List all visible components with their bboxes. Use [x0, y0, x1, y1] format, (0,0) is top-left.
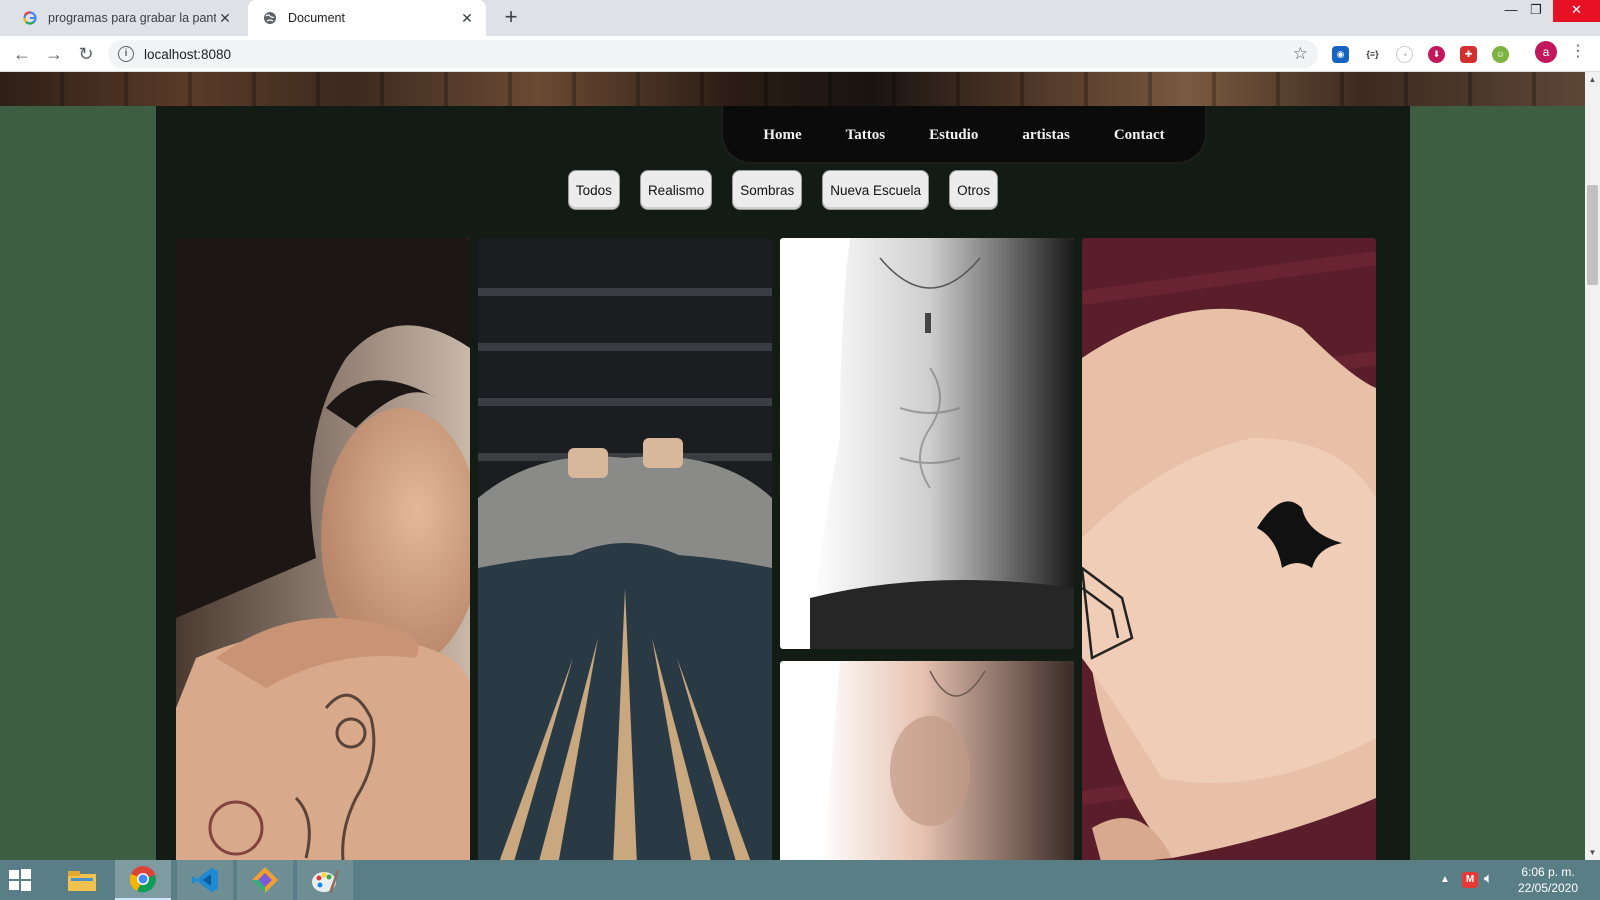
ext-braces-icon[interactable]: {≡} — [1364, 46, 1381, 63]
tab-document[interactable]: Document ✕ — [248, 0, 486, 36]
nav-home[interactable]: Home — [763, 127, 801, 144]
globe-icon — [262, 10, 278, 26]
ext-red-circle-icon[interactable]: ⬇ — [1428, 46, 1445, 63]
page-scrollbar[interactable]: ▲ ▼ — [1585, 72, 1600, 860]
google-g-icon — [22, 10, 38, 26]
tab-google-search[interactable]: programas para grabar la pantall ✕ — [8, 0, 244, 36]
close-tab-icon[interactable]: ✕ — [458, 10, 476, 27]
hand-bird-tattoo-photo[interactable] — [1082, 238, 1376, 860]
tab-title: Document — [288, 11, 345, 25]
back-icon[interactable]: ← — [8, 40, 36, 68]
tray-antivirus-icon[interactable]: M — [1462, 872, 1478, 888]
nav-contact[interactable]: Contact — [1114, 127, 1165, 144]
forward-icon[interactable]: → — [40, 40, 68, 68]
page-viewport: Home Tattos Estudio artistas Contact Tod… — [0, 72, 1585, 860]
filter-nueva-escuela-button[interactable]: Nueva Escuela — [822, 170, 930, 210]
scroll-down-icon[interactable]: ▼ — [1585, 845, 1600, 860]
scrollbar-thumb[interactable] — [1587, 185, 1598, 285]
bookmark-star-icon[interactable]: ☆ — [1293, 44, 1308, 64]
browser-menu-icon[interactable]: ⋮ — [1570, 42, 1586, 62]
bw-torso-photo[interactable] — [780, 238, 1074, 649]
ext-red-square-icon[interactable]: ✚ — [1460, 46, 1477, 63]
nav-tattos[interactable]: Tattos — [846, 127, 885, 144]
ext-circle-icon[interactable]: ◔ — [1396, 46, 1413, 63]
address-bar[interactable]: i localhost:8080 ☆ — [108, 40, 1318, 68]
tab-title: programas para grabar la pantall — [48, 11, 216, 25]
clock-date: 22/05/2020 — [1517, 881, 1579, 895]
browser-toolbar: ← → ↻ i localhost:8080 ☆ ◉ {≡} ◔ ⬇ ✚ ☺ — [0, 36, 1600, 72]
new-tab-button[interactable]: + — [497, 4, 525, 32]
close-tab-icon[interactable]: ✕ — [216, 10, 234, 27]
filter-todos-button[interactable]: Todos — [567, 170, 620, 210]
close-window-button[interactable]: ✕ — [1553, 0, 1600, 22]
ext-blue-icon[interactable]: ◉ — [1332, 46, 1349, 63]
main-nav: Home Tattos Estudio artistas Contact — [721, 106, 1207, 164]
profile-avatar[interactable]: a — [1535, 41, 1557, 63]
nav-estudio[interactable]: Estudio — [929, 127, 978, 144]
git-app-icon[interactable] — [237, 860, 293, 900]
ext-green-icon[interactable]: ☺ — [1492, 46, 1509, 63]
filter-otros-button[interactable]: Otros — [949, 170, 999, 210]
filter-sombras-button[interactable]: Sombras — [732, 170, 803, 210]
bw-chest-photo[interactable] — [780, 661, 1074, 860]
volume-icon[interactable]: 🔈︎ — [1484, 870, 1493, 887]
taskbar-clock[interactable]: 6:06 p. m. 22/05/2020 — [1508, 864, 1588, 896]
tribal-back-tattoo-photo[interactable] — [478, 238, 772, 860]
woman-shoulder-tattoo-photo[interactable] — [176, 238, 470, 860]
tray-chevron-icon[interactable]: ▲ — [1440, 874, 1450, 885]
restore-window-button[interactable]: ❐ — [1514, 0, 1558, 22]
windows-taskbar: ▲ M 🔈︎ 6:06 p. m. 22/05/2020 — [0, 860, 1600, 900]
file-explorer-icon[interactable] — [56, 860, 108, 900]
clock-time: 6:06 p. m. — [1521, 865, 1575, 879]
filter-realismo-button[interactable]: Realismo — [639, 170, 713, 210]
reload-icon[interactable]: ↻ — [72, 40, 100, 68]
paint-icon[interactable] — [297, 860, 353, 900]
browser-tab-bar: programas para grabar la pantall ✕ Docum… — [0, 0, 1600, 36]
main-container: Home Tattos Estudio artistas Contact Tod… — [156, 106, 1410, 860]
chrome-icon[interactable] — [115, 860, 171, 900]
scroll-up-icon[interactable]: ▲ — [1585, 72, 1600, 87]
hero-image-strip — [0, 72, 1585, 106]
nav-artistas[interactable]: artistas — [1022, 127, 1070, 144]
filter-bar: Todos Realismo Sombras Nueva Escuela Otr… — [156, 170, 1410, 210]
site-info-icon[interactable]: i — [118, 46, 134, 62]
address-url[interactable]: localhost:8080 — [144, 47, 1293, 62]
vscode-icon[interactable] — [177, 860, 233, 900]
windows-start-icon[interactable] — [8, 868, 32, 892]
